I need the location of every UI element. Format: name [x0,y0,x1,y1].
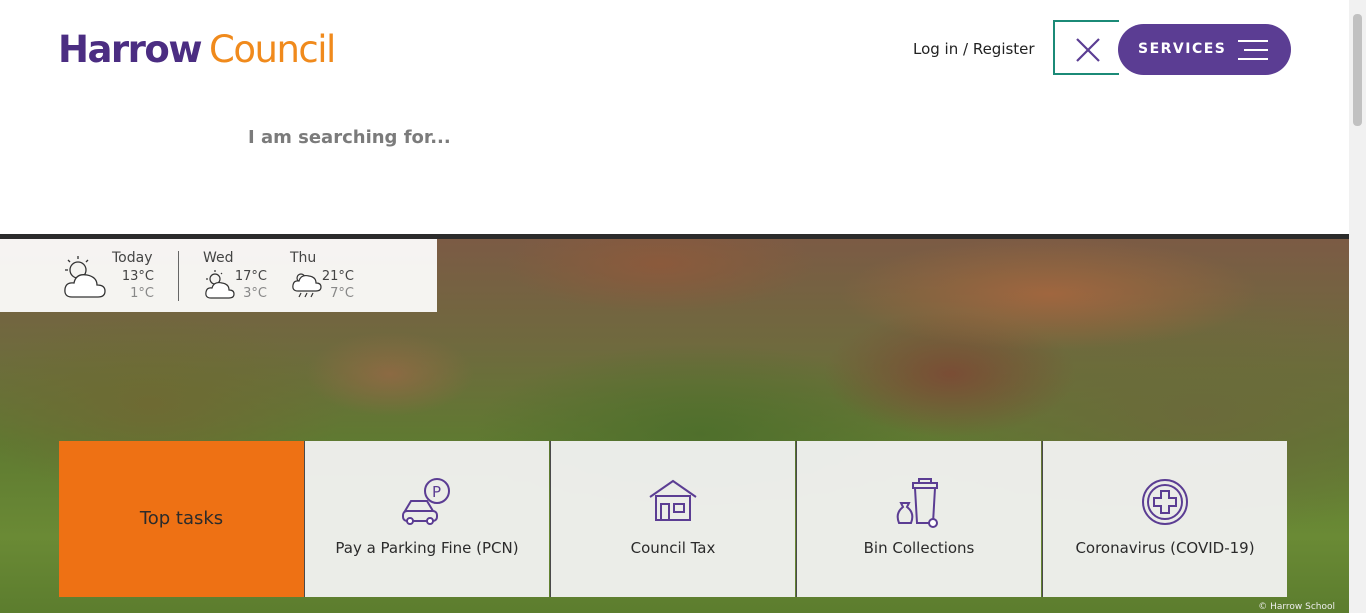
bin-icon [896,478,938,528]
page-scrollbar[interactable] [1349,0,1366,613]
task-label: Bin Collections [863,539,975,557]
svg-text:P: P [432,483,441,501]
task-pay-parking-fine[interactable]: P Pay a Parking Fine (PCN) [304,441,549,597]
weather-divider [178,251,179,301]
scrollbar-thumb[interactable] [1353,14,1362,126]
house-icon [649,479,697,521]
weather-day-today: Today [112,250,153,266]
photo-credit: © Harrow School [1258,602,1335,612]
medical-cross-icon [1142,479,1188,525]
weather-high-wed: 17°C [234,269,267,284]
site-header: Harrow Council Log in / Register SERVICES [0,0,1349,234]
weather-widget: Today 13°C 1°C Wed 17°C 3°C Thu 21°C 7°C [0,239,437,312]
weather-low-today: 1°C [130,286,154,301]
partly-cloudy-icon [64,256,106,298]
logo-council-text: Council [209,28,336,71]
search-input[interactable] [248,122,1048,152]
task-label: Council Tax [630,539,716,557]
services-menu-button[interactable]: SERVICES [1118,24,1291,75]
weather-low-wed: 3°C [243,286,267,301]
services-label: SERVICES [1138,41,1227,57]
task-label: Pay a Parking Fine (PCN) [335,539,519,557]
parking-car-icon: P [402,478,450,525]
task-coronavirus[interactable]: Coronavirus (COVID-19) [1042,441,1287,597]
weather-day-wed: Wed [203,250,234,266]
login-register-link[interactable]: Log in / Register [913,40,1035,58]
weather-low-thu: 7°C [330,286,354,301]
top-tasks-panel: Top tasks P Pay a Parking Fine (PCN) Cou… [59,441,1290,597]
top-tasks-heading: Top tasks [59,441,304,597]
logo-harrow-text: Harrow [58,28,203,71]
hamburger-icon [1238,40,1268,60]
weather-high-thu: 21°C [321,269,354,284]
weather-high-today: 13°C [121,269,154,284]
close-icon [1076,38,1100,62]
close-search-button[interactable] [1053,20,1119,75]
task-label: Coronavirus (COVID-19) [1075,539,1255,557]
task-bin-collections[interactable]: Bin Collections [796,441,1041,597]
task-council-tax[interactable]: Council Tax [550,441,795,597]
harrow-council-logo[interactable]: Harrow Council [58,28,336,71]
top-tasks-title: Top tasks [139,508,224,529]
weather-day-thu: Thu [290,250,317,266]
